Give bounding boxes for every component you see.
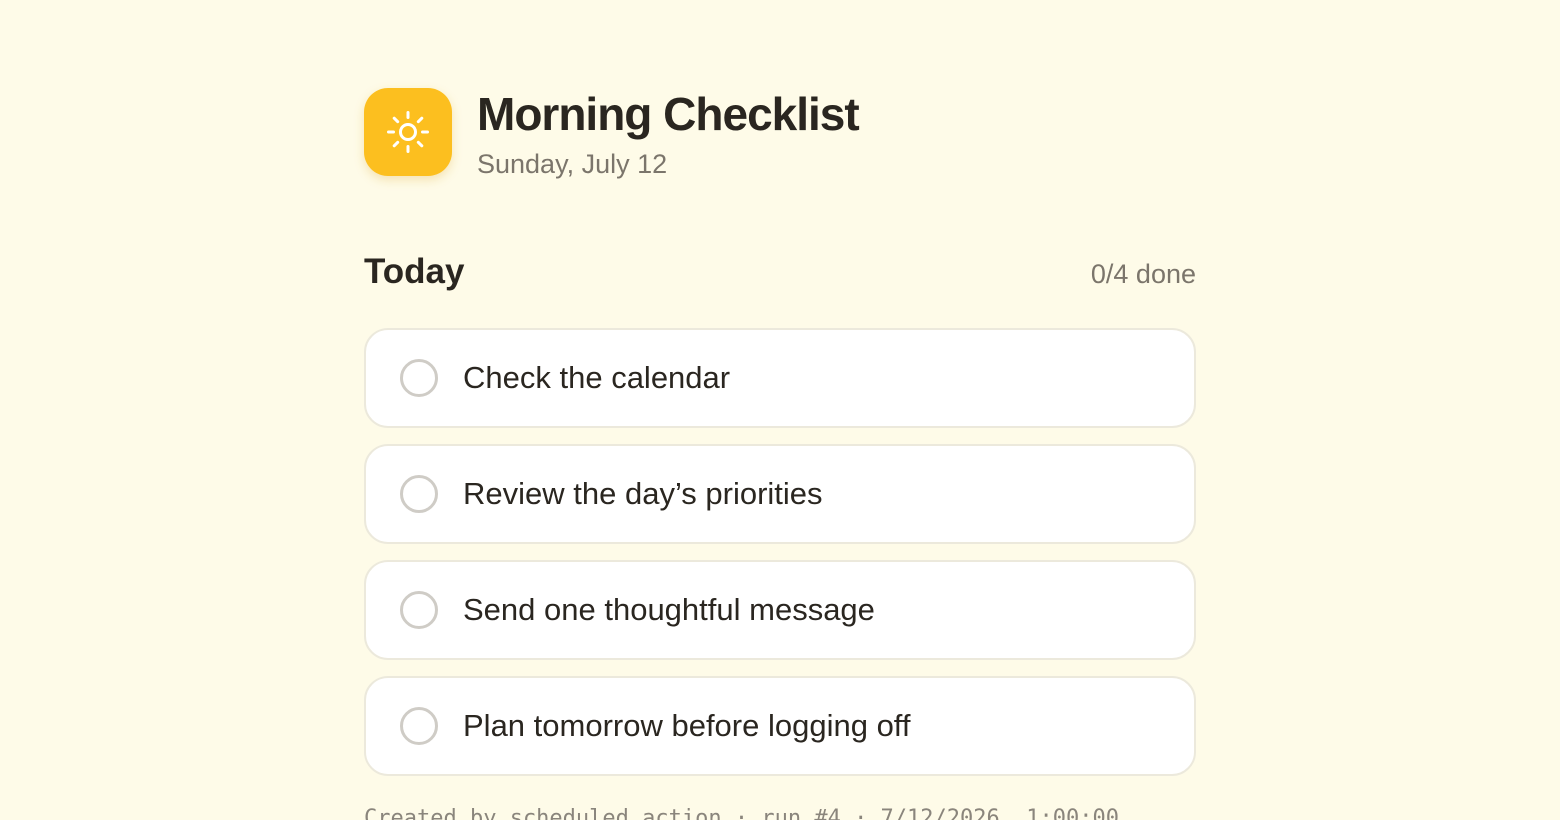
task-label: Plan tomorrow before logging off bbox=[463, 708, 911, 743]
page-date: Sunday, July 12 bbox=[477, 149, 668, 179]
section-header: Today 0/4 done bbox=[364, 252, 1196, 292]
task-checkbox[interactable] bbox=[400, 591, 438, 629]
task-checkbox[interactable] bbox=[400, 707, 438, 745]
app-icon bbox=[364, 88, 452, 176]
app-header: Morning Checklist Sunday, July 12 bbox=[364, 88, 860, 180]
footer-note: Created by scheduled action · run #4 · 7… bbox=[364, 806, 1119, 820]
task-item[interactable]: Review the day’s priorities bbox=[364, 444, 1196, 544]
section-title: Today bbox=[364, 252, 465, 291]
sun-icon bbox=[387, 111, 429, 153]
page-title: Morning Checklist bbox=[477, 88, 860, 140]
task-label: Send one thoughtful message bbox=[463, 592, 875, 627]
header-text: Morning Checklist Sunday, July 12 bbox=[477, 88, 860, 180]
task-list: Check the calendar Review the day’s prio… bbox=[364, 328, 1196, 792]
task-item[interactable]: Send one thoughtful message bbox=[364, 560, 1196, 660]
progress-count: 0/4 done bbox=[1090, 259, 1196, 289]
task-checkbox[interactable] bbox=[400, 475, 438, 513]
task-label: Check the calendar bbox=[463, 360, 731, 395]
task-item[interactable]: Check the calendar bbox=[364, 328, 1196, 428]
task-item[interactable]: Plan tomorrow before logging off bbox=[364, 676, 1196, 776]
task-label: Review the day’s priorities bbox=[463, 476, 823, 511]
task-checkbox[interactable] bbox=[400, 359, 438, 397]
